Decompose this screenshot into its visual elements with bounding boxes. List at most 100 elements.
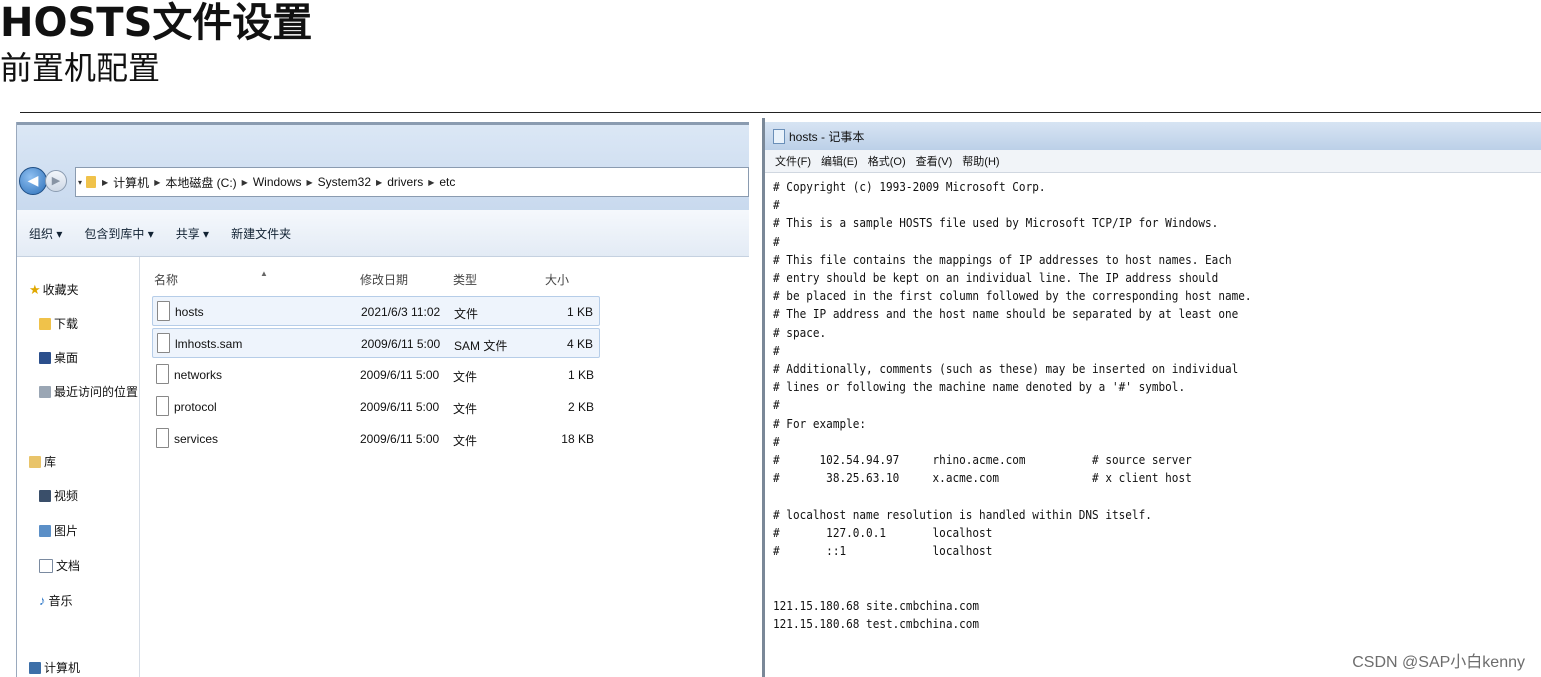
chevron-right-icon: ▶ [376,177,383,187]
chevron-right-icon: ▶ [154,177,161,187]
file-type: 文件 [453,434,478,448]
chevron-right-icon: ▶ [306,177,313,187]
sidebar-item-music[interactable]: ♪ 音乐 [39,592,73,609]
breadcrumb-etc[interactable]: etc [439,175,455,189]
sidebar-item-recent-places[interactable]: 最近访问的位置 [39,383,138,400]
chevron-right-icon: ▶ [102,177,109,187]
file-type: 文件 [454,307,479,321]
file-row-protocol[interactable]: protocol 2009/6/11 5:00 文件 2 KB [152,392,600,422]
notepad-menu-bar: 文件(F) 编辑(E) 格式(O) 查看(V) 帮助(H) [765,150,1541,173]
document-icon [39,558,53,573]
sidebar-item-label: 下载 [54,317,79,331]
file-row-hosts[interactable]: hosts 2021/6/3 11:02 文件 1 KB [152,296,600,326]
file-icon [156,428,169,448]
file-icon [157,333,170,353]
share-button[interactable]: 共享 ▾ [176,225,209,242]
menu-help[interactable]: 帮助(H) [962,153,999,169]
sidebar-item-favorites[interactable]: ★ 收藏夹 [29,281,79,298]
breadcrumb-drivers[interactable]: drivers [387,175,423,189]
file-modified: 2009/6/11 5:00 [361,337,441,351]
file-row-services[interactable]: services 2009/6/11 5:00 文件 18 KB [152,424,600,454]
sidebar-item-pictures[interactable]: 图片 [39,522,78,539]
sidebar-item-desktop[interactable]: 桌面 [39,349,78,366]
notepad-icon [773,128,785,144]
sidebar-item-label: 桌面 [54,351,79,365]
command-bar: 组织 ▾ 包含到库中 ▾ 共享 ▾ 新建文件夹 [17,210,749,257]
file-list: 名称 ▲ 修改日期 类型 大小 hosts 2021/6/3 11:02 文件 1 K… [140,257,749,677]
file-name: networks [174,368,223,382]
new-folder-button[interactable]: 新建文件夹 [231,225,291,242]
breadcrumb-computer[interactable]: 计算机 [113,174,149,191]
file-name: services [174,432,219,446]
address-dropdown-icon[interactable]: ▾ [78,178,82,187]
sidebar-item-label: 音乐 [48,594,73,608]
address-bar[interactable]: ▾ ▶ 计算机 ▶ 本地磁盘 (C:) ▶ Windows ▶ System32… [75,167,749,197]
file-modified: 2009/6/11 5:00 [360,432,440,446]
file-type: 文件 [453,402,478,416]
video-icon [39,489,51,502]
sidebar-item-label: 计算机 [44,661,81,675]
column-header-label: 名称 [154,273,179,287]
sidebar-item-label: 图片 [54,524,79,538]
column-header-modified[interactable]: 修改日期 [360,271,408,288]
file-size: 4 KB [566,337,593,351]
file-size: 18 KB [561,432,594,446]
menu-format[interactable]: 格式(O) [868,153,906,169]
music-icon: ♪ [39,593,46,608]
breadcrumb-windows[interactable]: Windows [253,175,302,189]
breadcrumb-system32[interactable]: System32 [318,175,371,189]
sidebar-item-label: 视频 [54,489,79,503]
file-size: 1 KB [567,368,594,382]
slide-subtitle: 前置机配置 [0,49,161,87]
forward-arrow-icon[interactable]: ▶ [45,170,67,192]
file-type: 文件 [453,370,478,384]
menu-view[interactable]: 查看(V) [916,153,953,169]
sidebar-item-computer[interactable]: 计算机 [29,659,80,676]
explorer-window: ◀ ▶ ▾ ▶ 计算机 ▶ 本地磁盘 (C:) ▶ Windows ▶ Syst… [16,122,749,677]
organize-button[interactable]: 组织 ▾ [29,225,62,242]
title-divider [20,112,1541,113]
navigation-pane: ★ 收藏夹 下载 桌面 最近访问的位置 库 视频 图片 文档 ♪ 音乐 计算机 [17,257,140,677]
notepad-title-bar: hosts - 记事本 [765,122,1541,150]
file-size: 2 KB [567,400,594,414]
notepad-window: hosts - 记事本 文件(F) 编辑(E) 格式(O) 查看(V) 帮助(H… [762,118,1541,677]
nav-buttons: ◀ ▶ [19,167,73,195]
watermark: CSDN @SAP小白kenny [1352,654,1525,671]
menu-file[interactable]: 文件(F) [775,153,811,169]
folder-icon [86,176,97,188]
back-arrow-icon[interactable]: ◀ [19,167,47,195]
include-in-library-button[interactable]: 包含到库中 ▾ [84,225,153,242]
chevron-right-icon: ▶ [241,177,248,187]
column-header-size[interactable]: 大小 [545,271,569,288]
column-header-type[interactable]: 类型 [453,271,477,288]
breadcrumb-local-disk[interactable]: 本地磁盘 (C:) [165,174,236,191]
file-icon [156,396,169,416]
notepad-title: hosts - 记事本 [789,129,865,144]
sort-up-icon: ▲ [260,269,268,278]
file-name: protocol [174,400,217,414]
file-modified: 2009/6/11 5:00 [360,400,440,414]
sidebar-item-label: 最近访问的位置 [54,385,139,399]
file-row-lmhosts-sam[interactable]: lmhosts.sam 2009/6/11 5:00 SAM 文件 4 KB [152,328,600,358]
sidebar-item-documents[interactable]: 文档 [39,557,80,574]
computer-icon [29,661,41,674]
file-icon [157,301,170,321]
library-icon [29,455,41,468]
file-icon [156,364,169,384]
sidebar-item-label: 收藏夹 [42,283,79,297]
sidebar-item-videos[interactable]: 视频 [39,487,78,504]
file-name: lmhosts.sam [175,337,243,351]
file-row-networks[interactable]: networks 2009/6/11 5:00 文件 1 KB [152,360,600,390]
column-header-name[interactable]: 名称 ▲ [154,269,268,288]
file-type: SAM 文件 [454,339,508,353]
file-modified: 2009/6/11 5:00 [360,368,440,382]
recent-places-icon [39,385,51,398]
sidebar-item-libraries[interactable]: 库 [29,453,56,470]
star-icon: ★ [29,281,41,297]
file-name: hosts [175,305,204,319]
notepad-text-area[interactable]: # Copyright (c) 1993-2009 Microsoft Corp… [773,178,1472,633]
sidebar-item-label: 文档 [56,559,81,573]
menu-edit[interactable]: 编辑(E) [821,153,858,169]
slide-title: HOSTS文件设置 [0,0,313,46]
sidebar-item-downloads[interactable]: 下载 [39,315,78,332]
